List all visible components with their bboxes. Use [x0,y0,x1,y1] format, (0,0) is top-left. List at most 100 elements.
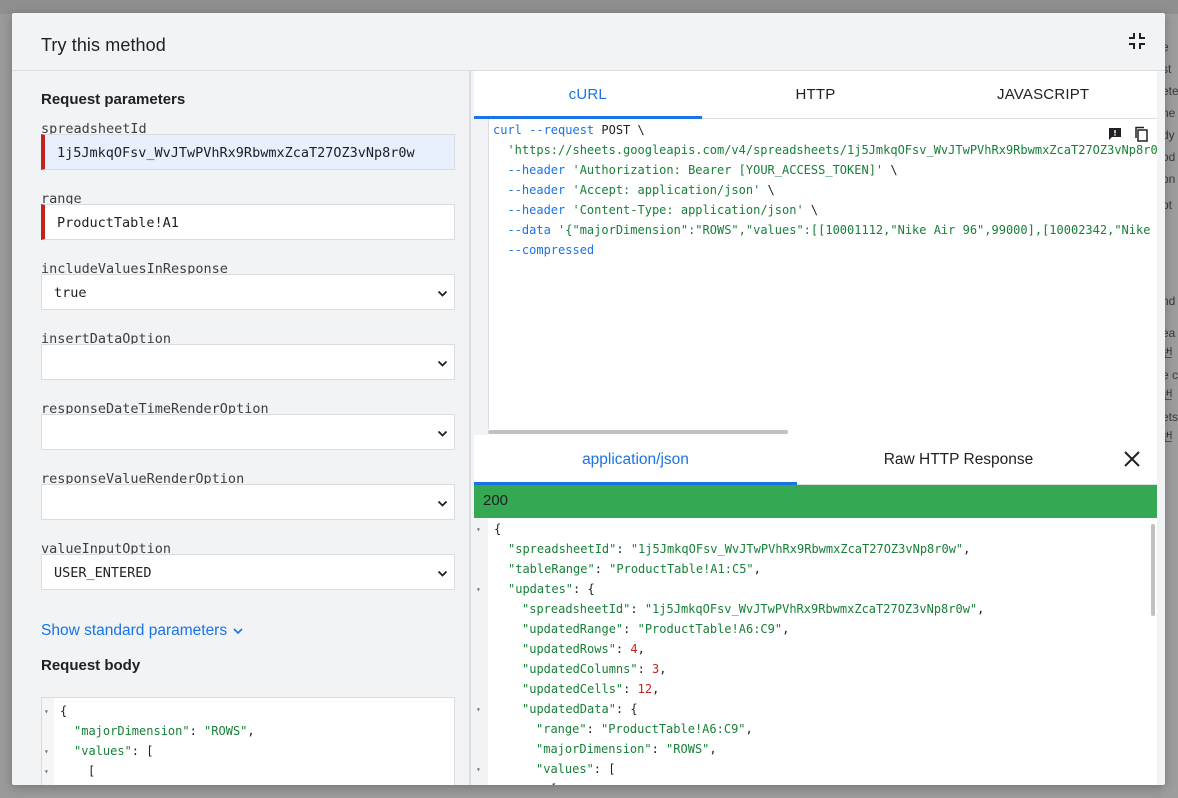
dropdown-caret-icon [437,567,448,578]
request-body-title: Request body [41,657,141,674]
dialog-title: Try this method [41,35,166,55]
curl-code-line: curl --request POST \ [493,123,645,137]
code-line: "values": [ [74,744,153,758]
code-token: "tableRange" [508,562,595,576]
param-select-valueInputOption[interactable]: USER_ENTERED [41,554,455,590]
code-language-tabs: cURL HTTP JAVASCRIPT [474,71,1157,119]
fold-toggle-icon[interactable]: ▾ [476,585,481,594]
code-token: "ProductTable!A6:C9" [601,722,746,736]
tab-response-1[interactable]: Raw HTTP Response [797,435,1120,485]
curl-code-line: --data '{"majorDimension":"ROWS","values… [493,223,1150,237]
code-token: : [651,742,667,756]
code-token: --header [493,183,573,197]
try-method-dialog: Try this method Request parameters sprea… [12,13,1165,785]
curl-code-panel[interactable]: curl --request POST \ 'https://sheets.go… [488,119,1157,429]
code-line: [ [550,782,557,785]
code-token: curl --request [493,123,602,137]
code-token: "updatedColumns" [522,662,638,676]
code-token: "ROWS" [204,724,248,738]
chevron-down-icon [233,622,243,640]
code-token: , [160,784,167,785]
param-select-insertDataOption[interactable] [41,344,455,380]
code-line: "updatedCells": 12, [522,682,659,696]
request-body-editor[interactable]: ▾ { "majorDimension": "ROWS", ▾ "values": [ ▾… [41,697,455,785]
code-line: "updatedRange": "ProductTable!A6:C9", [522,622,789,636]
code-token: "majorDimension" [74,724,190,738]
fold-toggle-icon[interactable]: ▾ [44,747,49,756]
code-token: : [637,662,653,676]
code-token: "values" [74,744,132,758]
code-and-response-panel: cURL HTTP JAVASCRIPT curl --request POST \… [474,71,1157,785]
code-token: '{"majorDimension":"ROWS","values":[[100… [558,223,1151,237]
fold-toggle-icon[interactable]: ▾ [44,767,49,776]
code-token: , [637,642,645,656]
code-token: 'Authorization: Bearer [YOUR_ACCESS_TOKE… [572,163,884,177]
param-select-responseDateTimeRenderOption[interactable] [41,414,455,450]
code-token: "majorDimension" [536,742,652,756]
tab-http[interactable]: HTTP [702,71,930,119]
code-line: "spreadsheetId": "1j5JmkqOFsv_WvJTwPVhRx… [522,602,984,616]
request-panel: Request parameters spreadsheetId 1j5JmkqO… [21,71,471,785]
tab-response-0[interactable]: application/json [474,435,797,485]
code-token: [ [550,782,557,785]
code-token: "values" [536,762,594,776]
code-token: "range" [536,722,587,736]
code-token: , [247,724,255,738]
tab-javascript[interactable]: JAVASCRIPT [929,71,1157,119]
status-code: 200 [483,492,509,509]
request-parameters-title: Request parameters [41,91,186,108]
show-standard-parameters-link[interactable]: Show standard parameters [41,622,243,640]
dropdown-caret-icon [437,497,448,508]
code-line: "spreadsheetId": "1j5JmkqOFsv_WvJTwPVhRx… [508,542,970,556]
param-input-range[interactable]: ProductTable!A1 [41,204,455,240]
code-token: \ [883,163,898,177]
response-vertical-scrollbar[interactable] [1151,524,1155,616]
code-token: "1j5JmkqOFsv_WvJTwPVhRx9RbwmxZcaT27OZ3vN… [644,602,978,616]
code-line: "majorDimension": "ROWS", [74,724,255,738]
code-token: "updatedCells" [522,682,624,696]
code-token: 'Content-Type: application/json' [572,203,804,217]
code-token: "updatedRange" [522,622,624,636]
code-token: --compressed [493,243,595,257]
scrollbar-thumb[interactable] [488,430,788,434]
code-token: : [630,602,645,616]
fold-toggle-icon[interactable]: ▾ [44,707,49,716]
param-select-responseValueRenderOption[interactable] [41,484,455,520]
code-token: [ [88,764,96,778]
code-line: "majorDimension": "ROWS", [536,742,717,756]
copy-icon[interactable] [1133,126,1149,142]
code-token: , [753,562,761,576]
response-body-viewer[interactable]: ▾ { "spreadsheetId": "1j5JmkqOFsv_WvJTwPVh… [474,518,1157,785]
code-token: 'https://sheets.googleapis.com/v4/spread… [507,143,1157,157]
curl-code-line: --compressed [493,243,594,257]
fold-toggle-icon[interactable]: ▾ [476,705,481,714]
fold-toggle-icon[interactable]: ▾ [476,525,481,534]
collapse-icon[interactable] [1127,31,1147,51]
curl-code-line: --header 'Authorization: Bearer [YOUR_AC… [493,163,898,177]
curl-code-line: --header 'Accept: application/json' \ [493,183,775,197]
show-standard-parameters-label: Show standard parameters [41,622,228,640]
code-token: POST \ [601,123,645,137]
code-token: { [494,522,502,536]
feedback-icon[interactable] [1107,126,1123,142]
code-token: { [60,704,68,718]
code-token: \ [760,183,775,197]
code-token: 'Accept: application/json' [572,183,761,197]
tab-curl[interactable]: cURL [474,71,702,119]
code-token: : [623,682,638,696]
param-input-spreadsheetId[interactable]: 1j5JmkqOFsv_WvJTwPVhRx9RbwmxZcaT27OZ3vNp… [41,134,455,170]
code-token: "1j5JmkqOFsv_WvJTwPVhRx9RbwmxZcaT27OZ3vN… [630,542,964,556]
code-line: "values": [ [536,762,615,776]
code-line: { [494,522,501,536]
fold-toggle-icon[interactable]: ▾ [476,765,481,774]
dropdown-caret-icon [437,427,448,438]
code-token: 12 [637,682,653,696]
code-token: : [615,642,631,656]
code-token: , [709,742,717,756]
close-icon[interactable] [1123,450,1141,468]
response-status-bar: 200 [474,485,1157,518]
code-token: "updates" [508,582,574,596]
code-token: : { [573,582,595,596]
code-token: , [782,622,790,636]
param-select-includeValuesInResponse[interactable]: true [41,274,455,310]
